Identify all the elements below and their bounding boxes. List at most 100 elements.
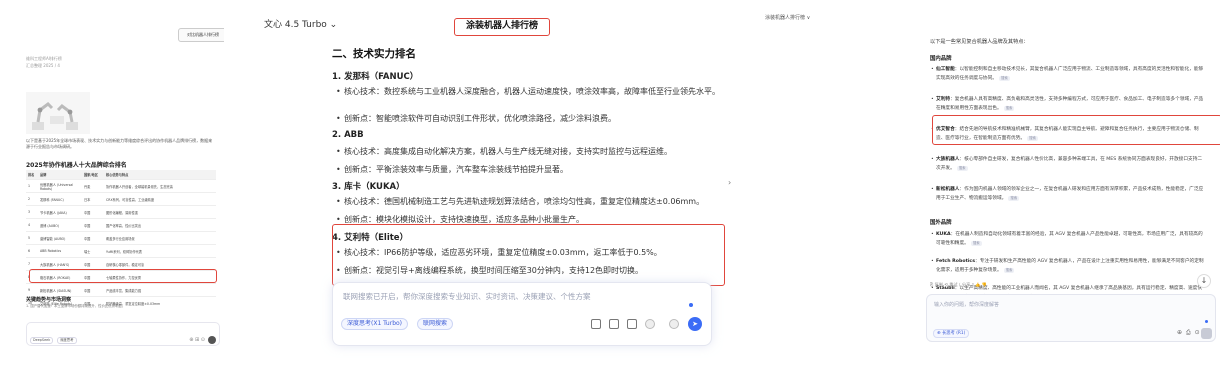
- model-selector[interactable]: 文心 4.5 Turbo ⌄: [264, 17, 337, 30]
- source-tag[interactable]: 搜索: [1003, 106, 1015, 111]
- status-dot: [1205, 320, 1208, 323]
- table-cell: 产品线丰富，集成能力强: [104, 283, 216, 297]
- subsection-text: 1. 国产替代加速：本土品牌市场份额持续提升，性价比优势明显。: [26, 304, 126, 308]
- brand-description: ：复合机器人具有高精度、高负载和高灵活性，支持多种编程方式，可应用于医疗、食品加…: [936, 97, 1204, 111]
- composer-placeholder[interactable]: 联网搜索已开启，帮你深度搜索专业知识、实时资讯、决策建议、个性方案: [343, 291, 591, 302]
- table-cell: 邀博 (AUBO): [38, 218, 82, 232]
- image-icon[interactable]: [609, 319, 619, 329]
- table-cell: 中国: [82, 205, 104, 219]
- source-tag[interactable]: 搜索: [1008, 196, 1020, 201]
- table-cell: ABB Robotics: [38, 244, 82, 258]
- brand-item: 新松机器人：作为国内机器人领域的领军企业之一，在复合机器人研发和应用方面有深厚积…: [931, 185, 1206, 203]
- table-cell: 6: [26, 244, 38, 258]
- long-think-toggle[interactable]: ⊕ 长思考 (R1): [933, 329, 970, 338]
- highlight-box: [932, 115, 1220, 145]
- screenshot-collage: 对比机器人排行榜 维科工程师AI排行榜 汇总整理 2025 / 4 以下是基于2…: [0, 0, 1230, 369]
- domestic-title: 国内品牌: [930, 56, 952, 62]
- table-cell: 3: [26, 205, 38, 219]
- table-row: 1 优傲机器人 (Universal Robots) 丹麦 协作机器人开创者，全球装机…: [26, 179, 216, 193]
- source-tag[interactable]: 搜索: [956, 166, 968, 171]
- brand-description: ：核心零部件自主研发，复合机器人性价比高，兼容多种末端工具，在 MES 系统协同…: [936, 157, 1203, 171]
- microphone-icon[interactable]: [669, 319, 679, 329]
- message-actions[interactable]: ⎘ 复制 ⟲ 重试 ⟨ 分享 ▯ 👍 👎: [930, 282, 987, 288]
- compare-ranking-button[interactable]: 对比机器人排行榜: [178, 28, 224, 42]
- table-row: 4 邀博 (AUBO) 中国 国产化率高，性价比突出: [26, 218, 216, 232]
- core-tech-item: 核心技术：高度集成自动化解决方案，机器人与生产线无缝对接，支持实时监控与远程运维…: [336, 146, 724, 158]
- table-cell: 日本: [82, 192, 104, 206]
- table-row: 5 遨博智能 (AUBO) 中国 覆盖多行业应用场景: [26, 231, 216, 245]
- table-header: 品牌: [38, 170, 82, 180]
- conversation-title[interactable]: 涂装机器人排行榜: [454, 18, 550, 36]
- panel-composite-robot-brands: 涂装机器人排行榜 ∨ 以下是一些常见复合机器人品牌及其特点： 国内品牌 仙工智能…: [760, 0, 1220, 369]
- table-header: 国家/地区: [82, 170, 104, 180]
- folder-icon[interactable]: [591, 319, 601, 329]
- chevron-right-icon[interactable]: ›: [728, 178, 736, 192]
- table-row: 9 新松机器人 (SIASUN) 中国 产品线丰富，集成能力强: [26, 283, 216, 297]
- brand-name: Fetch Robotics: [936, 259, 976, 264]
- brand-heading: 2. ABB: [332, 130, 364, 140]
- scan-icon[interactable]: [627, 319, 637, 329]
- table-cell: 中国: [82, 231, 104, 245]
- brand-item: 大族机器人：核心零部件自主研发，复合机器人性价比高，兼容多种末端工具，在 MES…: [931, 155, 1206, 173]
- intro-paragraph: 以下是基于2025年全球市场表现、技术实力与创新能力等维度综合评出的协作机器人品…: [26, 138, 213, 149]
- panel-ranking-overview: 对比机器人排行榜 维科工程师AI排行榜 汇总整理 2025 / 4 以下是基于2…: [10, 0, 224, 369]
- table-cell: 中国: [82, 283, 104, 297]
- chat-composer[interactable]: 联网搜索已开启，帮你深度搜索专业知识、实时资讯、决策建议、个性方案 深度思考(X…: [332, 282, 712, 346]
- highlight-box: [29, 269, 217, 283]
- highlight-box: [332, 224, 725, 286]
- table-cell: 国产化率高，性价比突出: [104, 218, 216, 232]
- brand-item: 仙工智能：以智能控制和自主移动技术见长，其复合机器人广泛应用于物流、工业制造等领…: [931, 65, 1206, 83]
- innovation-item: 创新点：平衡涂装效率与质量，汽车整车涂装线节拍提升显著。: [336, 164, 724, 176]
- intro-text: 以下是一些常见复合机器人品牌及其特点：: [930, 39, 1029, 45]
- table-cell: 9: [26, 283, 38, 297]
- brand-heading: 3. 库卡（KUKA）: [332, 182, 405, 192]
- table-cell: 发那科 (FANUC): [38, 192, 82, 206]
- breadcrumb[interactable]: 涂装机器人排行榜 ∨: [765, 14, 810, 21]
- foreign-title: 国外品牌: [930, 220, 952, 226]
- section-title: 2025年协作机器人十大品牌综合排名: [26, 162, 127, 169]
- brand-name: 大族机器人: [936, 157, 960, 162]
- brand-name: KUKA: [936, 232, 951, 237]
- table-cell: YuMi系列，双臂协作代表: [104, 244, 216, 258]
- send-button[interactable]: [1201, 328, 1212, 339]
- deep-think-toggle[interactable]: 深度思考(X1 Turbo): [341, 318, 409, 330]
- scroll-down-icon[interactable]: ↓: [1197, 274, 1211, 288]
- table-header-row: 排名 品牌 国家/地区 核心优势与特点: [26, 170, 216, 180]
- brand-description: ：作为国内机器人领域的领军企业之一，在复合机器人研发和应用方面有深厚积累，产品技…: [936, 187, 1204, 201]
- robot-arms-image: [26, 92, 90, 134]
- table-row: 6 ABB Robotics 瑞士 YuMi系列，双臂协作代表: [26, 244, 216, 258]
- table-cell: 优傲机器人 (Universal Robots): [38, 179, 82, 193]
- web-search-toggle[interactable]: 联网搜索: [417, 318, 454, 330]
- deep-think-chip[interactable]: 深度思考: [57, 337, 77, 344]
- table-cell: 丹麦: [82, 179, 104, 193]
- attachment-icon[interactable]: [645, 319, 655, 329]
- brand-description: ：以智能控制和自主移动技术见长，其复合机器人广泛应用于物流、工业制造等领域，具有…: [936, 67, 1204, 81]
- brand-item: Fetch Robotics：专注于研发和生产高性能的 AGV 复合机器人，产品…: [931, 257, 1206, 275]
- table-cell: CRX系列，可靠性高，工业级精度: [104, 192, 216, 206]
- source-tag[interactable]: 搜索: [998, 76, 1010, 81]
- brand-item: KUKA：在机器人制造和自动化领域有着丰富的经验，其 AGV 复合机器人产品性能…: [931, 230, 1206, 248]
- source-tag[interactable]: 搜索: [1003, 268, 1015, 273]
- table-header: 排名: [26, 170, 38, 180]
- composer-icons[interactable]: ⊕ ⎙ ⊙: [1177, 329, 1201, 337]
- table-cell: 1: [26, 179, 38, 193]
- subsection-title: 关键趋势与市场洞察: [26, 297, 72, 303]
- top-bar: 文心 4.5 Turbo ⌄ 涂装机器人排行榜: [258, 0, 736, 40]
- chat-composer[interactable]: DeepSeek 深度思考 ⊕ ⊞ ⊙: [26, 322, 220, 346]
- table-cell: 瑞士: [82, 244, 104, 258]
- table-row: 2 发那科 (FANUC) 日本 CRX系列，可靠性高，工业级精度: [26, 192, 216, 206]
- send-button[interactable]: ➤: [688, 317, 702, 331]
- composer-placeholder[interactable]: 输入你的问题，帮你深度解答: [934, 301, 999, 308]
- table-cell: 图形化编程，易用性强: [104, 205, 216, 219]
- brand-description: ：专注于研发和生产高性能的 AGV 复合机器人，产品在设计上注重实用性和易用性，…: [936, 259, 1204, 273]
- source-tag[interactable]: 搜索: [970, 241, 982, 246]
- model-chip[interactable]: DeepSeek: [30, 337, 54, 344]
- send-button[interactable]: [208, 336, 216, 344]
- composer-icons[interactable]: ⊕ ⊞ ⊙: [189, 337, 205, 343]
- table-cell: 覆盖多行业应用场景: [104, 231, 216, 245]
- brand-name: 新松机器人: [936, 187, 960, 192]
- brand-heading: 1. 发那科（FANUC）: [332, 72, 419, 82]
- table-cell: 4: [26, 218, 38, 232]
- table-row: 3 节卡机器人 (JAKA) 中国 图形化编程，易用性强: [26, 205, 216, 219]
- chat-composer[interactable]: 输入你的问题，帮你深度解答 ⊕ 长思考 (R1) ⊕ ⎙ ⊙: [926, 294, 1216, 342]
